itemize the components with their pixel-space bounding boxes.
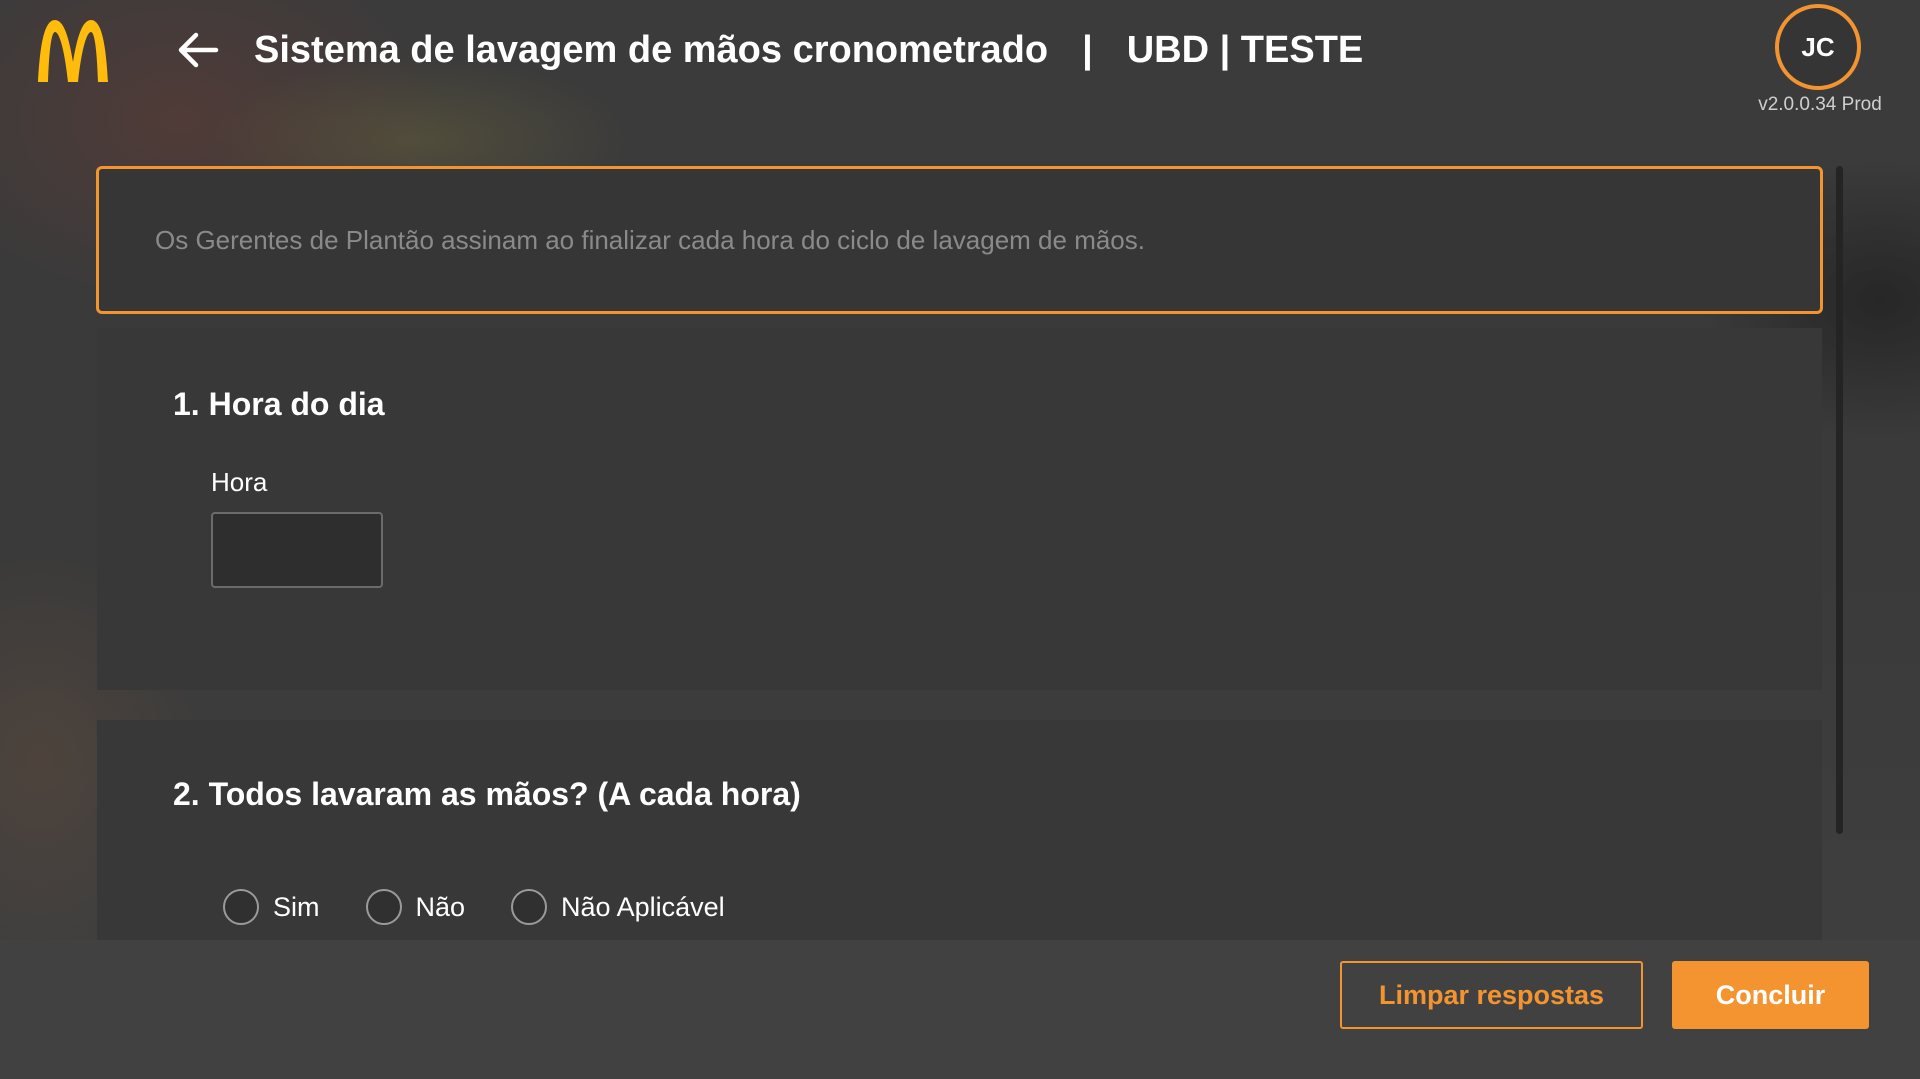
radio-label: Sim <box>273 891 320 922</box>
info-text: Os Gerentes de Plantão assinam ao finali… <box>155 224 1145 255</box>
finish-button[interactable]: Concluir <box>1672 961 1869 1029</box>
question-card-2: 2. Todos lavaram as mãos? (A cada hora) … <box>97 720 1822 960</box>
radio-button[interactable] <box>223 889 259 925</box>
hour-input[interactable] <box>211 512 383 588</box>
app-title: Sistema de lavagem de mãos cronometrado <box>254 28 1049 71</box>
question-title: 2. Todos lavaram as mãos? (A cada hora) <box>173 776 801 812</box>
version-label: v2.0.0.34 Prod <box>1758 94 1882 115</box>
footer-bar: Limpar respostas Concluir <box>0 940 1920 1079</box>
radio-option-sim[interactable]: Sim <box>223 889 320 925</box>
question-title: 1. Hora do dia <box>173 386 385 422</box>
title-separator: | <box>1082 28 1093 71</box>
radio-label: Não Aplicável <box>561 891 725 922</box>
page-title: Sistema de lavagem de mãos cronometrado … <box>254 24 1363 76</box>
info-banner: Os Gerentes de Plantão assinam ao finali… <box>96 166 1823 314</box>
radio-option-nao[interactable]: Não <box>365 889 466 925</box>
store-name: UBD | TESTE <box>1126 28 1364 71</box>
radio-group: Sim Não Não Aplicável <box>223 889 1822 925</box>
top-bar: Sistema de lavagem de mãos cronometrado … <box>0 0 1920 120</box>
radio-option-nao-aplicavel[interactable]: Não Aplicável <box>511 889 725 925</box>
arrow-left-icon <box>178 32 219 68</box>
hour-label: Hora <box>211 467 268 497</box>
form-content: Os Gerentes de Plantão assinam ao finali… <box>96 166 1823 960</box>
radio-label: Não <box>415 891 466 922</box>
radio-button[interactable] <box>365 889 402 925</box>
mcdonalds-logo-icon <box>34 16 112 84</box>
back-button[interactable] <box>170 24 226 76</box>
clear-answers-button[interactable]: Limpar respostas <box>1340 961 1643 1029</box>
question-card-1: 1. Hora do dia Hora <box>97 328 1822 690</box>
scrollbar[interactable] <box>1836 166 1843 834</box>
user-avatar[interactable]: JC <box>1775 4 1861 90</box>
radio-button[interactable] <box>511 889 548 925</box>
